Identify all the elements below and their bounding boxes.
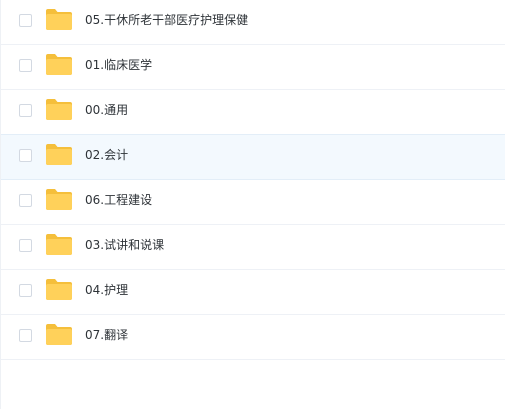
- folder-icon: [45, 187, 73, 211]
- row-checkbox[interactable]: [19, 104, 32, 117]
- folder-icon: [45, 52, 73, 76]
- folder-icon: [45, 277, 73, 301]
- row-checkbox[interactable]: [19, 329, 32, 342]
- folder-name[interactable]: 01.临床医学: [85, 57, 152, 73]
- row-checkbox[interactable]: [19, 284, 32, 297]
- file-row[interactable]: 01.临床医学: [1, 45, 505, 90]
- file-row[interactable]: 04.护理: [1, 270, 505, 315]
- file-row[interactable]: 05.干休所老干部医疗护理保健: [1, 0, 505, 45]
- folder-name[interactable]: 07.翻译: [85, 327, 128, 343]
- folder-name[interactable]: 02.会计: [85, 147, 128, 163]
- folder-name[interactable]: 04.护理: [85, 282, 128, 298]
- folder-name[interactable]: 03.试讲和说课: [85, 237, 164, 253]
- folder-icon: [45, 7, 73, 31]
- file-row[interactable]: 07.翻译: [1, 315, 505, 360]
- row-checkbox[interactable]: [19, 194, 32, 207]
- folder-icon: [45, 142, 73, 166]
- folder-name[interactable]: 05.干休所老干部医疗护理保健: [85, 12, 248, 28]
- row-checkbox[interactable]: [19, 59, 32, 72]
- file-list: 05.干休所老干部医疗护理保健 01.临床医学 00.通用 02.会计 06.工…: [1, 0, 505, 360]
- row-checkbox[interactable]: [19, 239, 32, 252]
- folder-icon: [45, 97, 73, 121]
- row-checkbox[interactable]: [19, 14, 32, 27]
- file-row-hovered[interactable]: 02.会计: [1, 134, 505, 180]
- file-list-panel: 05.干休所老干部医疗护理保健 01.临床医学 00.通用 02.会计 06.工…: [0, 0, 505, 409]
- folder-name[interactable]: 00.通用: [85, 102, 128, 118]
- folder-name[interactable]: 06.工程建设: [85, 192, 152, 208]
- file-row[interactable]: 00.通用: [1, 90, 505, 135]
- row-checkbox[interactable]: [19, 149, 32, 162]
- file-row[interactable]: 03.试讲和说课: [1, 225, 505, 270]
- folder-icon: [45, 232, 73, 256]
- folder-icon: [45, 322, 73, 346]
- file-row[interactable]: 06.工程建设: [1, 180, 505, 225]
